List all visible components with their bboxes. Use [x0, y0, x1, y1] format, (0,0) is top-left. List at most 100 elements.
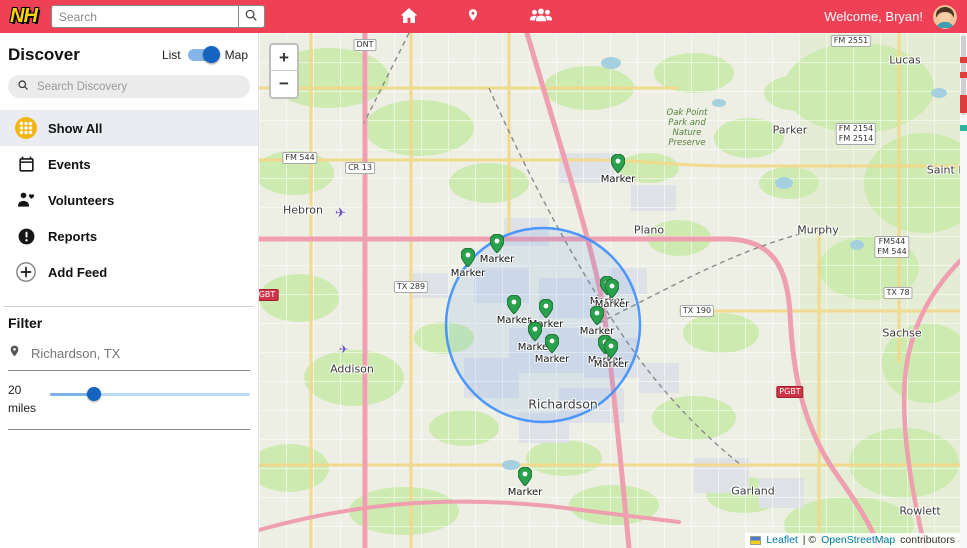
toggle-list-label: List [161, 48, 181, 62]
page-scrollbar[interactable] [960, 33, 967, 548]
scrollbar-mark [960, 95, 967, 113]
city-label: Saint Paul [926, 163, 960, 177]
list-map-toggle-group: List Map [161, 46, 248, 63]
people-icon [528, 7, 554, 27]
sidebar-item-volunteers[interactable]: Volunteers [0, 182, 258, 218]
global-search-button[interactable] [237, 5, 265, 28]
global-search [50, 5, 265, 28]
ukraine-flag-icon [750, 535, 762, 545]
sidebar-divider [4, 306, 254, 307]
slider-knob[interactable] [87, 387, 101, 401]
marker-label: Marker [496, 315, 532, 326]
scrollbar-mark [960, 125, 967, 131]
road-badge: FM544 FM 544 [874, 236, 910, 258]
navbar-right: Welcome, Bryan! [824, 4, 957, 29]
road-badge: TX 190 [679, 305, 715, 317]
marker-label: Marker [600, 174, 636, 185]
sidebar-item-add-feed[interactable]: Add Feed [0, 254, 258, 290]
sidebar-item-label: Show All [48, 120, 103, 136]
marker-pin-icon [489, 233, 505, 254]
radius-value: 20 [8, 383, 22, 397]
city-label: Murphy [797, 223, 839, 237]
attribution-separator: | © [799, 534, 820, 546]
filter-title: Filter [8, 315, 43, 331]
road-badge: TX 289 [393, 281, 429, 293]
toggle-map-label: Map [224, 48, 248, 62]
marker-pin-icon [604, 278, 620, 299]
discovery-search-input[interactable] [35, 79, 241, 94]
zoom-in-button[interactable]: + [271, 45, 297, 71]
marker-label: Marker [534, 354, 570, 365]
discover-sidebar: Discover List Map Show All [0, 33, 259, 548]
grid-icon [14, 116, 38, 140]
road-badge: FM 544 [282, 152, 318, 164]
marker-pin-icon [538, 298, 554, 319]
marker-pin-icon [460, 247, 476, 268]
location-filter [8, 343, 250, 371]
calendar-icon [14, 155, 38, 174]
zoom-out-button[interactable]: − [271, 71, 297, 97]
sidebar-item-label: Volunteers [48, 192, 115, 208]
discovery-search [8, 75, 250, 98]
home-icon [400, 7, 418, 27]
sidebar-item-reports[interactable]: Reports [0, 218, 258, 254]
attribution-suffix: contributors [897, 534, 955, 546]
map-nav-button[interactable] [464, 4, 482, 29]
road-badge: FM 2154 FM 2514 [835, 123, 877, 145]
app-logo[interactable]: NH [10, 5, 38, 28]
marker-pin-icon [506, 294, 522, 315]
pin-icon [8, 343, 21, 364]
road-badge: DNT [353, 39, 377, 51]
page-title: Discover [8, 45, 80, 64]
city-label: Plano [633, 223, 665, 237]
welcome-text: Welcome, Bryan! [824, 9, 923, 24]
list-map-toggle[interactable] [187, 46, 220, 63]
sidebar-item-show-all[interactable]: Show All [0, 110, 258, 146]
radius-slider[interactable] [50, 387, 250, 401]
city-label: Richardson [528, 396, 598, 412]
marker-pin-icon [610, 153, 626, 174]
park-label: Oak Point Park and Nature Preserve [666, 108, 708, 148]
city-label: Hebron [282, 203, 324, 217]
global-search-input[interactable] [50, 5, 238, 28]
marker-label: Marker [479, 254, 515, 265]
marker-pin-icon [517, 466, 533, 487]
road-badge: TX 78 [883, 287, 913, 299]
add-icon [14, 261, 38, 283]
map[interactable]: ✈ ✈ LucasParkerSaint PaulHebronPlanoMurp… [259, 33, 960, 548]
location-input[interactable] [29, 345, 250, 362]
home-nav-button[interactable] [398, 5, 420, 29]
scrollbar-mark [960, 57, 967, 63]
location-icon [466, 6, 480, 27]
sidebar-item-events[interactable]: Events [0, 146, 258, 182]
marker-pin-icon [527, 321, 543, 342]
marker-label: Marker [450, 268, 486, 279]
sidebar-item-label: Add Feed [48, 264, 108, 280]
marker-label: Marker [507, 487, 543, 498]
radius-filter: 20 miles [8, 381, 250, 430]
map-attribution: Leaflet | © OpenStreetMap contributors [745, 533, 960, 548]
city-label: Rowlett [899, 504, 941, 518]
sidebar-item-label: Events [48, 156, 91, 172]
marker-pin-icon [603, 338, 619, 359]
city-label: Lucas [889, 53, 921, 67]
radius-unit: miles [8, 401, 37, 415]
road-badge: GBT [259, 289, 279, 301]
community-nav-button[interactable] [526, 5, 556, 29]
leaflet-link[interactable]: Leaflet [766, 534, 798, 546]
toggle-knob [202, 46, 220, 63]
search-icon [244, 8, 258, 25]
zoom-control: + − [269, 43, 299, 99]
city-label: Addison [330, 362, 374, 376]
report-icon [14, 227, 38, 246]
osm-link[interactable]: OpenStreetMap [821, 534, 895, 546]
road-badge: CR 13 [345, 162, 375, 174]
sidebar-item-label: Reports [48, 228, 98, 244]
scrollbar-mark [960, 72, 967, 78]
marker-pin-icon [544, 333, 560, 354]
marker-label: Marker [593, 359, 629, 370]
city-label: Parker [772, 123, 808, 137]
road-badge: FM 2551 [830, 35, 872, 47]
avatar[interactable] [933, 4, 957, 29]
city-label: Sachse [882, 326, 922, 340]
